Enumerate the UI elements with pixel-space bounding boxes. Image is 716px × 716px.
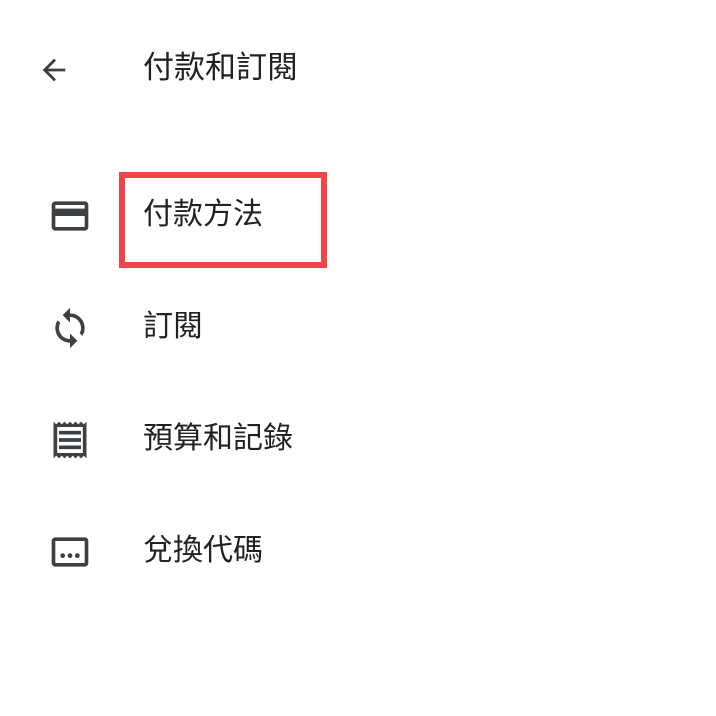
credit-card-icon (46, 192, 94, 240)
back-button[interactable] (30, 46, 78, 94)
arrow-back-icon (42, 58, 66, 82)
menu-item-budget-history[interactable]: 預算和記錄 (0, 384, 716, 484)
menu-item-redeem-code[interactable]: 兌換代碼 (0, 496, 716, 596)
receipt-icon (46, 416, 94, 464)
menu-item-label: 訂閱 (143, 309, 203, 344)
page-title: 付款和訂閱 (143, 50, 298, 86)
menu-item-payment-methods[interactable]: 付款方法 (0, 160, 716, 260)
menu-item-label: 付款方法 (143, 197, 263, 232)
redeem-code-icon (46, 528, 94, 576)
sync-icon (46, 304, 94, 352)
menu-item-label: 兌換代碼 (143, 533, 263, 568)
menu-item-subscriptions[interactable]: 訂閱 (0, 272, 716, 372)
menu-item-label: 預算和記錄 (143, 421, 293, 456)
app-bar: 付款和訂閱 (0, 0, 716, 140)
